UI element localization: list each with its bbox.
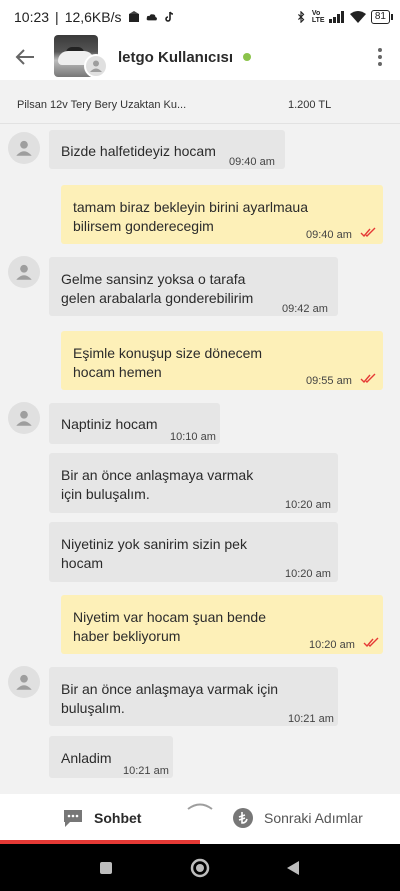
- message-bubble[interactable]: Gelme sansinz yoksa o tarafa gelen araba…: [49, 257, 338, 316]
- user-icon: [16, 674, 32, 690]
- message-time: 10:21 am: [123, 765, 169, 777]
- message-time: 09:40 am: [229, 156, 275, 168]
- message-bubble[interactable]: Eşimle konuşup size dönecem hocam hemen …: [61, 331, 383, 390]
- chat-user-name[interactable]: letgo Kullanıcısı: [118, 49, 233, 66]
- lira-coin-icon: [233, 808, 253, 828]
- message-bubble[interactable]: Bir an önce anlaşmaya varmak için buluşa…: [49, 453, 338, 513]
- message-text: Bir an önce anlaşmaya varmak için buluşa…: [61, 681, 279, 716]
- tab-next-steps-label: Sonraki Adımlar: [264, 810, 363, 826]
- sender-avatar: [8, 256, 40, 288]
- status-separator: |: [55, 9, 59, 25]
- home-button[interactable]: [188, 856, 212, 880]
- read-ticks-icon: [363, 637, 379, 647]
- message-time: 10:21 am: [288, 713, 334, 725]
- message-time: 10:10 am: [170, 431, 216, 443]
- tab-chat[interactable]: Sohbet: [62, 794, 141, 842]
- message-time: 10:20 am: [285, 568, 331, 580]
- back-triangle-icon: [287, 861, 299, 875]
- more-options-button[interactable]: [360, 34, 400, 80]
- message-bubble[interactable]: Bizde halfetideyiz hocam 09:40 am: [49, 130, 285, 169]
- message-time: 09:42 am: [282, 303, 328, 315]
- chevron-up-icon[interactable]: [186, 800, 214, 810]
- user-avatar: [84, 54, 108, 78]
- more-vert-icon: [378, 48, 382, 52]
- message-text: Niyetim var hocam şuan bende haber bekli…: [73, 609, 266, 644]
- message-text: Niyetiniz yok sanirim sizin pek hocam: [61, 536, 247, 571]
- cloud-icon: [146, 14, 157, 21]
- listing-avatar[interactable]: [50, 34, 108, 80]
- network-type: Vo LTE: [311, 10, 325, 24]
- status-time: 10:23: [14, 9, 50, 25]
- sender-avatar: [8, 402, 40, 434]
- message-text: Eşimle konuşup size dönecem hocam hemen: [73, 345, 263, 380]
- battery-indicator: 81: [370, 10, 394, 24]
- network-speed: 12,6KB/s: [64, 9, 122, 25]
- message-bubble[interactable]: Niyetiniz yok sanirim sizin pek hocam 10…: [49, 522, 338, 582]
- message-text: Gelme sansinz yoksa o tarafa gelen araba…: [61, 271, 254, 306]
- chat-bubble-icon: [64, 810, 82, 827]
- message-text: Anladim: [61, 750, 112, 766]
- home-square-icon: [100, 862, 112, 874]
- message-time: 10:20 am: [285, 499, 331, 511]
- recents-button[interactable]: [94, 856, 118, 880]
- message-time: 10:20 am: [309, 639, 355, 651]
- tiktok-icon: [164, 11, 173, 22]
- sender-avatar: [8, 132, 40, 164]
- chat-header: letgo Kullanıcısı: [0, 34, 400, 80]
- user-icon: [16, 264, 32, 280]
- message-bubble[interactable]: Naptiniz hocam 10:10 am: [49, 403, 220, 444]
- message-bubble[interactable]: Niyetim var hocam şuan bende haber bekli…: [61, 595, 383, 654]
- message-bubble[interactable]: Bir an önce anlaşmaya varmak için buluşa…: [49, 667, 338, 726]
- listing-price: 1.200 TL: [288, 99, 332, 111]
- package-icon: [128, 11, 139, 22]
- wifi-icon: [349, 11, 366, 23]
- message-list[interactable]: Bizde halfetideyiz hocam 09:40 am tamam …: [0, 124, 400, 794]
- signal-icon: [328, 11, 344, 23]
- online-status-dot: [243, 53, 252, 61]
- system-nav-bar: [0, 844, 400, 891]
- message-bubble[interactable]: Anladim 10:21 am: [49, 736, 173, 778]
- home-circle-icon: [190, 858, 210, 878]
- message-text: tamam biraz bekleyin birini ayarlmaua bi…: [73, 199, 308, 234]
- more-vert-dot: [378, 62, 382, 66]
- bottom-tab-bar: Sohbet Sonraki Adımlar: [0, 794, 400, 844]
- message-bubble[interactable]: tamam biraz bekleyin birini ayarlmaua bi…: [61, 185, 383, 244]
- user-icon: [90, 60, 102, 72]
- message-time: 09:40 am: [306, 229, 352, 241]
- message-time: 09:55 am: [306, 375, 352, 387]
- sender-avatar: [8, 666, 40, 698]
- status-bar: 10:23 | 12,6KB/s Vo LTE 81: [0, 0, 400, 34]
- user-icon: [16, 410, 32, 426]
- tab-chat-label: Sohbet: [94, 810, 142, 826]
- back-arrow-icon: [15, 49, 34, 65]
- listing-title: Pilsan 12v Tery Bery Uzaktan Ku...: [17, 99, 187, 111]
- message-text: Bizde halfetideyiz hocam: [61, 143, 216, 159]
- more-vert-dot: [378, 55, 382, 59]
- user-icon: [16, 140, 32, 156]
- message-text: Bir an önce anlaşmaya varmak için buluşa…: [61, 467, 254, 502]
- read-ticks-icon: [360, 373, 376, 383]
- listing-bar[interactable]: Pilsan 12v Tery Bery Uzaktan Ku... 1.200…: [0, 86, 400, 124]
- back-button[interactable]: [0, 34, 50, 80]
- read-ticks-icon: [360, 227, 376, 237]
- system-back-button[interactable]: [281, 856, 305, 880]
- bluetooth-icon: [297, 11, 305, 23]
- message-text: Naptiniz hocam: [61, 416, 158, 432]
- tab-next-steps[interactable]: Sonraki Adımlar: [232, 794, 363, 842]
